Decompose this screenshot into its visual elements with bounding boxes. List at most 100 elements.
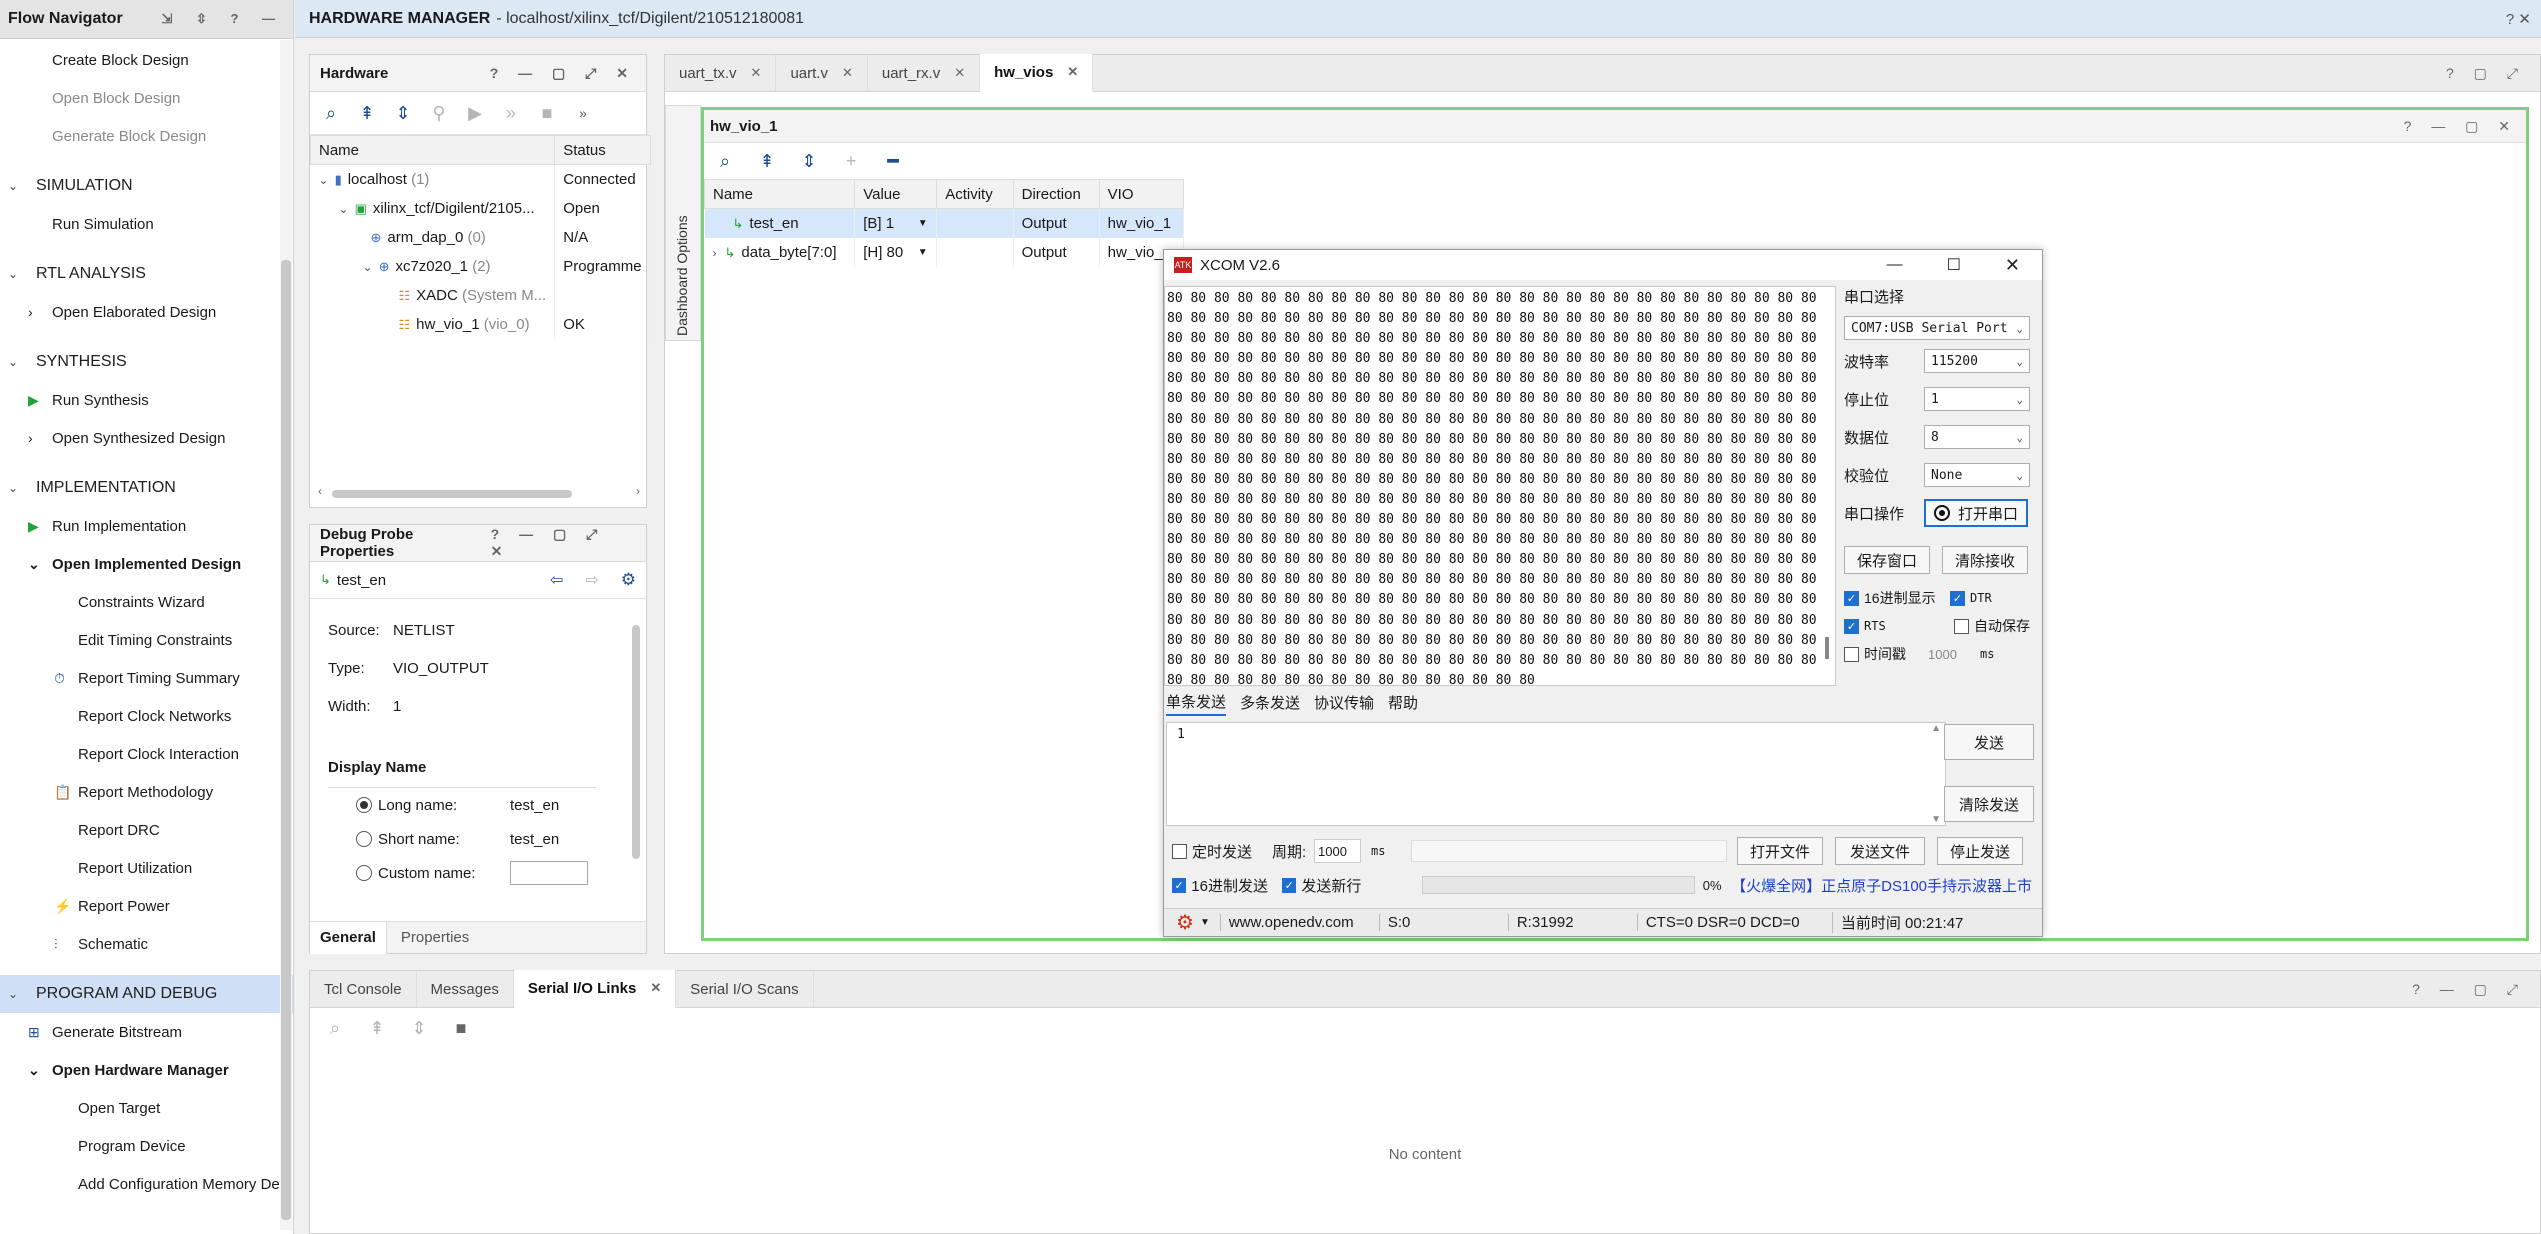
panel-window-controls[interactable]: ? — ▢ ⤢ — [2412, 981, 2526, 998]
rts-checkbox[interactable]: ✓ — [1844, 618, 1859, 634]
close-icon[interactable]: ✕ — [751, 65, 762, 81]
data-bits-select[interactable]: 8 ⌄ — [1924, 425, 2030, 449]
nav-item-open-hardware-manager[interactable]: ⌄ Open Hardware Manager — [0, 1051, 293, 1089]
period-input[interactable]: 1000 — [1314, 839, 1361, 863]
nav-item-schematic[interactable]: ⫶ Schematic — [0, 925, 293, 963]
editor-window-controls[interactable]: ? ▢ ⤢ — [2446, 65, 2526, 82]
chevron-down-icon[interactable]: ⌄ — [363, 260, 373, 274]
vio-col-direction[interactable]: Direction — [1012, 179, 1100, 209]
nav-item-program-device[interactable]: Program Device — [0, 1127, 293, 1165]
stop-trigger-icon[interactable]: ■ — [534, 100, 560, 126]
col-status[interactable]: Status — [554, 135, 651, 165]
chevron-down-icon[interactable]: ⌄ — [28, 556, 46, 573]
open-file-button[interactable]: 打开文件 — [1737, 837, 1823, 865]
close-icon[interactable]: ✕ — [1067, 64, 1078, 80]
tab-general[interactable]: General — [310, 921, 387, 954]
nav-item-report-drc[interactable]: Report DRC — [0, 811, 293, 849]
tab-uart-v[interactable]: uart.v ✕ — [776, 55, 868, 91]
stop-icon[interactable]: ■ — [448, 1015, 474, 1041]
baud-select[interactable]: 115200 ⌄ — [1924, 349, 2030, 373]
minimize-icon[interactable]: — — [1887, 256, 1903, 274]
file-path-field[interactable] — [1411, 840, 1727, 862]
timestamp-input[interactable]: 1000 — [1928, 647, 1980, 662]
nav-item-run-implementation[interactable]: ▶ Run Implementation — [0, 507, 293, 545]
gear-icon[interactable]: ⚙ — [621, 570, 636, 590]
hardware-tree-row[interactable]: ☷ hw_vio_1 (vio_0) OK — [310, 310, 651, 339]
maximize-icon[interactable]: ☐ — [1947, 255, 1961, 275]
timestamp-checkbox[interactable] — [1844, 646, 1859, 662]
chevron-right-icon[interactable]: › — [28, 430, 46, 446]
nav-item-create-block-design[interactable]: Create Block Design — [0, 41, 293, 79]
nav-item-generate-bitstream[interactable]: ⊞ Generate Bitstream — [0, 1013, 293, 1051]
parity-select[interactable]: None ⌄ — [1924, 463, 2030, 487]
close-icon[interactable]: ✕ — [842, 65, 853, 81]
send-newline-checkbox[interactable]: ✓ — [1282, 877, 1297, 893]
vio-col-value[interactable]: Value — [854, 179, 938, 209]
ad-link[interactable]: 【火爆全网】正点原子DS100手持示波器上市 — [1731, 875, 2032, 896]
hardware-tree-row[interactable]: ⌄ ▮ localhost (1) Connected — [310, 164, 651, 194]
dashboard-options-sidebar[interactable]: Dashboard Options — [665, 105, 701, 341]
flow-navigator-controls[interactable]: ⇲ ⇳ ? — — [161, 11, 285, 27]
nav-item-open-implemented-design[interactable]: ⌄ Open Implemented Design — [0, 545, 293, 583]
close-icon[interactable]: ✕ — [2005, 255, 2020, 276]
hex-send-checkbox[interactable]: ✓ — [1172, 877, 1187, 893]
chevron-down-icon[interactable]: ▼ — [1200, 917, 1210, 928]
save-window-button[interactable]: 保存窗口 — [1844, 546, 1930, 574]
chevron-down-icon[interactable]: ⌄ — [8, 355, 22, 369]
chevron-down-icon[interactable]: ▼ — [918, 247, 928, 258]
section-program-and-debug[interactable]: ⌄ PROGRAM AND DEBUG — [0, 975, 293, 1013]
chevron-right-icon[interactable]: › — [28, 304, 46, 320]
short-name-radio[interactable] — [356, 831, 372, 847]
nav-item-report-clock-networks[interactable]: Report Clock Networks — [0, 697, 293, 735]
tab-messages[interactable]: Messages — [417, 971, 514, 1007]
chevron-down-icon[interactable]: ⌄ — [339, 202, 349, 216]
section-simulation[interactable]: ⌄ SIMULATION — [0, 167, 293, 205]
hardware-tree-row[interactable]: ⌄ ▣ xilinx_tcf/Digilent/2105... Open — [310, 194, 651, 223]
tab-hw-vios[interactable]: hw_vios ✕ — [980, 54, 1094, 92]
clear-send-button[interactable]: 清除发送 — [1944, 786, 2034, 822]
send-tab-3[interactable]: 帮助 — [1388, 692, 1418, 715]
flow-navigator-scrollbar[interactable] — [280, 40, 292, 1230]
vio-col-vio[interactable]: VIO — [1098, 179, 1185, 209]
dtr-checkbox[interactable]: ✓ — [1950, 590, 1965, 606]
tab-tcl-console[interactable]: Tcl Console — [310, 971, 417, 1007]
nav-item-report-timing-summary[interactable]: ⏱ Report Timing Summary — [0, 659, 293, 697]
help-icon[interactable]: ? ✕ — [2506, 10, 2531, 28]
back-arrow-icon[interactable]: ⇦ — [550, 570, 563, 590]
tab-uart-rx-v[interactable]: uart_rx.v ✕ — [868, 55, 981, 91]
send-text-area[interactable]: 1 ▲ ▼ — [1166, 722, 1946, 826]
chevron-right-icon[interactable]: › — [713, 246, 717, 260]
scrollbar-thumb[interactable] — [632, 625, 640, 859]
tab-serial-i-o-scans[interactable]: Serial I/O Scans — [676, 971, 814, 1007]
search-icon[interactable]: ⌕ — [318, 100, 344, 126]
close-icon[interactable]: ✕ — [954, 65, 965, 81]
nav-item-edit-timing-constraints[interactable]: Edit Timing Constraints — [0, 621, 293, 659]
panel-window-controls[interactable]: ? — ▢ ⤢ ✕ — [490, 65, 636, 82]
stop-bits-select[interactable]: 1 ⌄ — [1924, 387, 2030, 411]
chevron-down-icon[interactable]: ⌄ — [28, 1062, 46, 1079]
probe-value[interactable]: [H] 80 — [863, 244, 903, 261]
custom-name-input[interactable] — [510, 861, 588, 885]
vio-col-name[interactable]: Name — [703, 179, 856, 209]
hex-display-checkbox[interactable]: ✓ — [1844, 590, 1859, 606]
run-trigger-icon[interactable]: ▶ — [462, 100, 488, 126]
expand-all-icon[interactable]: ⇕ — [406, 1015, 432, 1041]
stop-send-button[interactable]: 停止发送 — [1937, 837, 2023, 865]
chevron-down-icon[interactable]: ⌄ — [8, 481, 22, 495]
receive-scrollbar[interactable] — [1823, 287, 1831, 685]
send-tab-0[interactable]: 单条发送 — [1166, 691, 1227, 716]
expand-all-icon[interactable]: ⇕ — [390, 100, 416, 126]
send-file-button[interactable]: 发送文件 — [1835, 837, 1925, 865]
nav-item-open-target[interactable]: Open Target — [0, 1089, 293, 1127]
hardware-tree-row[interactable]: ⊕ arm_dap_0 (0) N/A — [310, 223, 651, 252]
section-implementation[interactable]: ⌄ IMPLEMENTATION — [0, 469, 293, 507]
settings-gear-icon[interactable]: ⚙ — [1176, 910, 1194, 935]
port-select[interactable]: COM7:USB Serial Port ⌄ — [1844, 316, 2030, 340]
chevron-down-icon[interactable]: ⌄ — [319, 173, 329, 187]
probe-value[interactable]: [B] 1 — [863, 215, 894, 232]
nav-item-report-power[interactable]: ⚡ Report Power — [0, 887, 293, 925]
collapse-all-icon[interactable]: ⇞ — [754, 148, 780, 174]
nav-item-open-synthesized-design[interactable]: › Open Synthesized Design — [0, 419, 293, 457]
hardware-tree-row[interactable]: ⌄ ⊕ xc7z020_1 (2) Programme — [310, 252, 651, 281]
close-icon[interactable]: ✕ — [650, 980, 661, 996]
